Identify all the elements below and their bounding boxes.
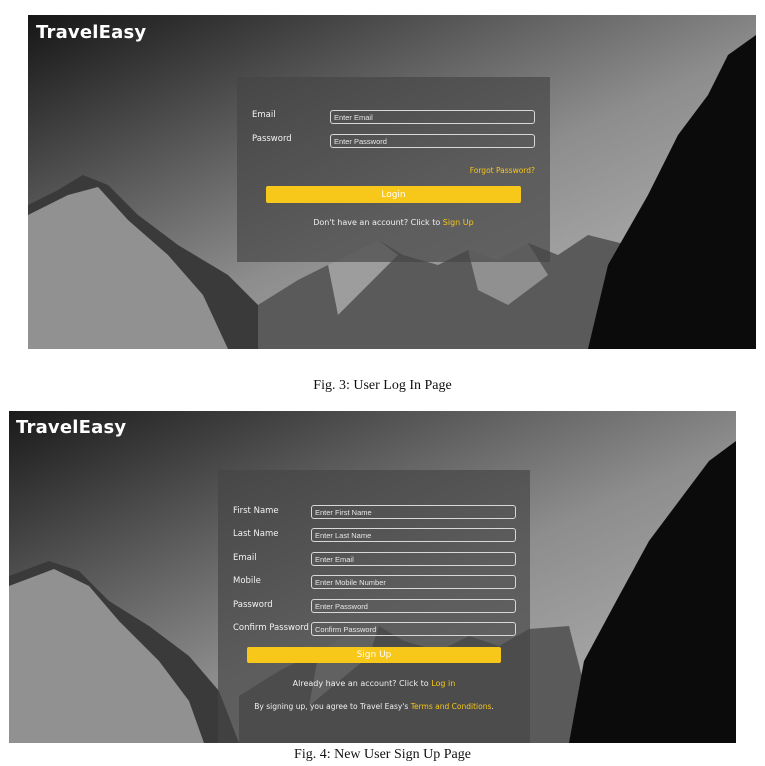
- mobile-input[interactable]: [311, 575, 516, 589]
- login-link[interactable]: Log in: [431, 679, 455, 688]
- terms-suffix: .: [491, 702, 494, 711]
- terms-prefix: By signing up, you agree to Travel Easy'…: [254, 702, 409, 711]
- password-label: Password: [233, 600, 273, 610]
- caption-signup: Fig. 4: New User Sign Up Page: [294, 747, 471, 762]
- email-label: Email: [233, 553, 257, 563]
- password-input[interactable]: [311, 599, 516, 613]
- brand-logo[interactable]: TravelEasy: [16, 417, 126, 438]
- brand-logo[interactable]: TravelEasy: [36, 22, 146, 43]
- signup-link[interactable]: Sign Up: [443, 218, 474, 227]
- signup-prompt: Don't have an account? Click to Sign Up: [237, 218, 550, 227]
- caption-login: Fig. 3: User Log In Page: [313, 378, 452, 393]
- login-prompt: Already have an account? Click to Log in: [218, 679, 530, 688]
- login-prompt-text: Already have an account? Click to: [292, 679, 429, 688]
- signup-prompt-text: Don't have an account? Click to: [313, 218, 441, 227]
- password-label: Password: [252, 134, 292, 144]
- email-input[interactable]: [311, 552, 516, 566]
- mobile-label: Mobile: [233, 576, 261, 586]
- password-input[interactable]: [330, 134, 535, 148]
- last-name-label: Last Name: [233, 529, 279, 539]
- signup-screenshot: TravelEasy First Name Last Name Email Mo…: [9, 411, 736, 743]
- first-name-input[interactable]: [311, 505, 516, 519]
- terms-link[interactable]: Terms and Conditions: [411, 702, 492, 711]
- login-screenshot: TravelEasy Email Password Forgot Passwor…: [28, 15, 756, 349]
- signup-button[interactable]: Sign Up: [247, 647, 501, 663]
- login-button[interactable]: Login: [266, 186, 521, 203]
- first-name-label: First Name: [233, 506, 279, 516]
- last-name-input[interactable]: [311, 528, 516, 542]
- email-label: Email: [252, 110, 276, 120]
- signup-form-panel: First Name Last Name Email Mobile Passwo…: [218, 470, 530, 743]
- email-input[interactable]: [330, 110, 535, 124]
- forgot-password-link[interactable]: Forgot Password?: [470, 166, 535, 175]
- terms-notice: By signing up, you agree to Travel Easy'…: [218, 702, 530, 711]
- confirm-password-input[interactable]: [311, 622, 516, 636]
- confirm-password-label: Confirm Password: [233, 623, 309, 633]
- login-form-panel: Email Password Forgot Password? Login Do…: [237, 77, 550, 262]
